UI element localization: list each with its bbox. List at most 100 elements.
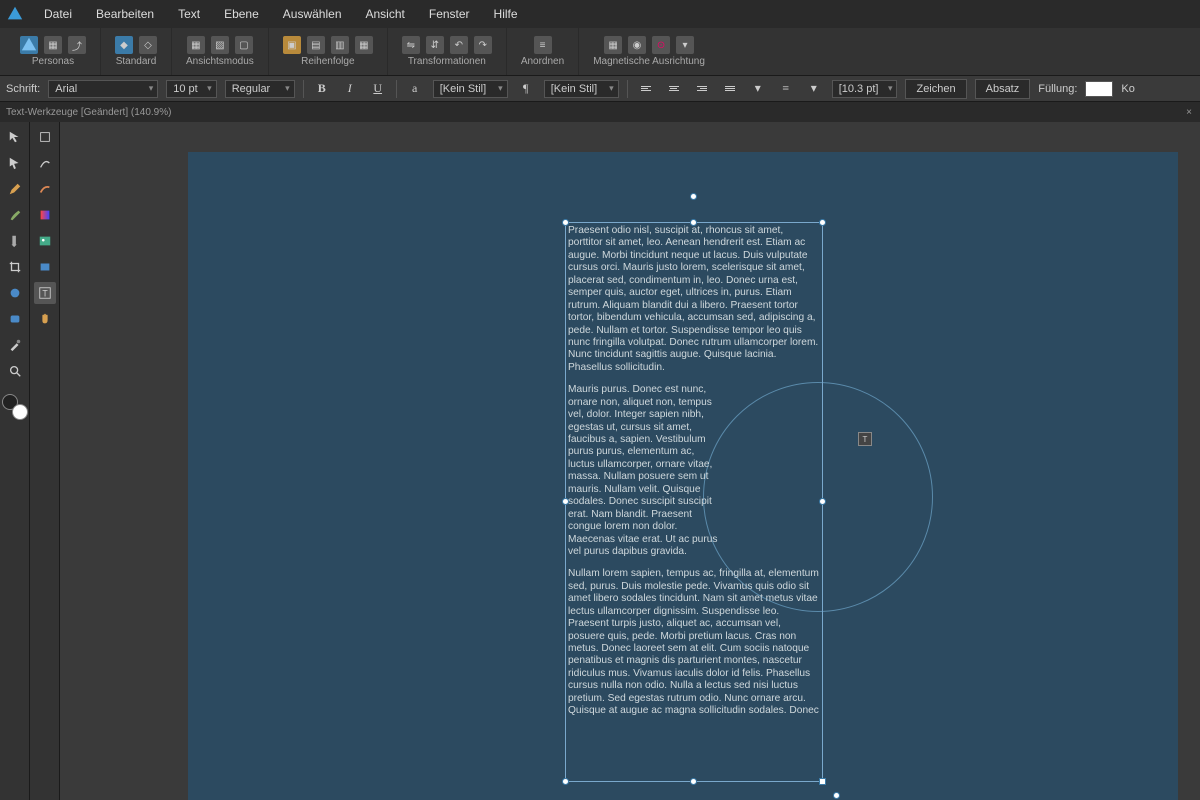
tab-close-icon[interactable]: × xyxy=(1186,107,1192,118)
ellipse-tool[interactable] xyxy=(4,282,26,304)
leading-more-button[interactable]: ▾ xyxy=(804,79,824,99)
order-forward-icon[interactable]: ▤ xyxy=(307,36,325,54)
ribbon-order: ▣ ▤ ▥ ▦ Reihenfolge xyxy=(269,28,388,75)
rotate-ccw-icon[interactable]: ↶ xyxy=(450,36,468,54)
color-picker-tool[interactable] xyxy=(4,334,26,356)
order-backward-icon[interactable]: ▥ xyxy=(331,36,349,54)
ribbon-standard: ◆ ◇ Standard xyxy=(101,28,172,75)
handle-br-overflow[interactable] xyxy=(819,778,826,785)
view-retina-icon[interactable]: ▨ xyxy=(211,36,229,54)
text-frame[interactable]: Praesent odio nisl, suscipit at, rhoncus… xyxy=(565,222,823,782)
align-justify-button[interactable] xyxy=(720,79,740,99)
workspace: T Praesent odio nisl, suscipit at, rhonc… xyxy=(0,122,1200,800)
menu-text[interactable]: Text xyxy=(166,1,212,27)
tools-left-col2: T xyxy=(30,122,60,800)
align-left-button[interactable] xyxy=(636,79,656,99)
char-style-select[interactable]: [Kein Stil] xyxy=(433,80,508,98)
italic-button[interactable]: I xyxy=(340,79,360,99)
font-size-select[interactable]: 10 pt xyxy=(166,80,216,98)
move-tool[interactable] xyxy=(4,126,26,148)
flip-v-icon[interactable]: ⇵ xyxy=(426,36,444,54)
character-panel-button[interactable]: Zeichen xyxy=(905,79,966,99)
snap-toggle-icon[interactable]: ◉ xyxy=(628,36,646,54)
snap-grid-icon[interactable]: ▦ xyxy=(604,36,622,54)
menu-auswaehlen[interactable]: Auswählen xyxy=(271,1,354,27)
page[interactable]: Praesent odio nisl, suscipit at, rhoncus… xyxy=(188,152,1178,800)
handle-bm[interactable] xyxy=(690,778,697,785)
align-more-button[interactable]: ▾ xyxy=(748,79,768,99)
align-icon[interactable]: ≡ xyxy=(534,36,552,54)
rotate-cw-icon[interactable]: ↷ xyxy=(474,36,492,54)
rounded-rect-tool[interactable] xyxy=(4,308,26,330)
rectangle-tool[interactable] xyxy=(34,256,56,278)
flip-h-icon[interactable]: ⇋ xyxy=(402,36,420,54)
handle-tr[interactable] xyxy=(819,219,826,226)
pencil-tool[interactable] xyxy=(4,178,26,200)
brush-tool[interactable] xyxy=(4,204,26,226)
font-family-select[interactable]: Arial xyxy=(48,80,158,98)
persona-designer-icon[interactable] xyxy=(20,36,38,54)
text-content[interactable]: Praesent odio nisl, suscipit at, rhoncus… xyxy=(566,223,822,730)
gradient-tool[interactable] xyxy=(34,204,56,226)
document-tab[interactable]: Text-Werkzeuge [Geändert] (140.9%) xyxy=(6,107,171,118)
menu-ansicht[interactable]: Ansicht xyxy=(354,1,417,27)
fill-tool[interactable] xyxy=(4,230,26,252)
menu-ebene[interactable]: Ebene xyxy=(212,1,271,27)
frame-text-tool[interactable]: T xyxy=(34,282,56,304)
fill-swatch[interactable] xyxy=(1085,81,1113,97)
divider xyxy=(396,80,397,98)
parastyle-icon: ¶ xyxy=(516,79,536,99)
para-style-select[interactable]: [Kein Stil] xyxy=(544,80,619,98)
pan-tool[interactable] xyxy=(34,308,56,330)
order-front-icon[interactable]: ▣ xyxy=(283,36,301,54)
menu-bearbeiten[interactable]: Bearbeiten xyxy=(84,1,166,27)
align-center-button[interactable] xyxy=(664,79,684,99)
paragraph-panel-button[interactable]: Absatz xyxy=(975,79,1031,99)
pen-tool[interactable] xyxy=(34,152,56,174)
handle-ml[interactable] xyxy=(562,498,569,505)
defaults-sync-icon[interactable]: ◆ xyxy=(115,36,133,54)
ribbon-label-personas: Personas xyxy=(32,56,74,67)
view-pixel-icon[interactable]: ▦ xyxy=(187,36,205,54)
menu-fenster[interactable]: Fenster xyxy=(417,1,482,27)
font-weight-select[interactable]: Regular xyxy=(225,80,295,98)
defaults-revert-icon[interactable]: ◇ xyxy=(139,36,157,54)
stroke-label: Ko xyxy=(1121,83,1134,95)
ribbon-label-snapping: Magnetische Ausrichtung xyxy=(593,56,705,67)
align-right-button[interactable] xyxy=(692,79,712,99)
ribbon-label-standard: Standard xyxy=(116,56,157,67)
handle-tm[interactable] xyxy=(690,219,697,226)
handle-tl[interactable] xyxy=(562,219,569,226)
handle-rotate[interactable] xyxy=(690,193,697,200)
paragraph-3: Nullam lorem sapien, tempus ac, fringill… xyxy=(568,568,820,717)
fill-color-well[interactable] xyxy=(12,404,28,420)
paragraph-2: Mauris purus. Donec est nunc, ornare non… xyxy=(568,384,718,558)
color-wells[interactable] xyxy=(2,394,28,420)
vector-brush-tool[interactable] xyxy=(34,178,56,200)
handle-flow-out[interactable] xyxy=(833,792,840,799)
ribbon-viewmode: ▦ ▨ ▢ Ansichtsmodus xyxy=(172,28,269,75)
tools-left-col1 xyxy=(0,122,30,800)
snap-dropdown-icon[interactable]: ▾ xyxy=(676,36,694,54)
place-image-tool[interactable] xyxy=(34,230,56,252)
artboard-tool[interactable] xyxy=(34,126,56,148)
node-tool[interactable] xyxy=(4,152,26,174)
ribbon-arrange: ≡ Anordnen xyxy=(507,28,579,75)
persona-export-icon[interactable]: ⤴ xyxy=(68,36,86,54)
leading-icon: ≡ xyxy=(776,79,796,99)
order-back-icon[interactable]: ▦ xyxy=(355,36,373,54)
menu-hilfe[interactable]: Hilfe xyxy=(482,1,530,27)
crop-tool[interactable] xyxy=(4,256,26,278)
persona-pixel-icon[interactable]: ▦ xyxy=(44,36,62,54)
context-toolbar: Schrift: Arial 10 pt Regular B I U a [Ke… xyxy=(0,76,1200,102)
leading-select[interactable]: [10.3 pt] xyxy=(832,80,898,98)
bold-button[interactable]: B xyxy=(312,79,332,99)
handle-mr[interactable] xyxy=(819,498,826,505)
view-outline-icon[interactable]: ▢ xyxy=(235,36,253,54)
underline-button[interactable]: U xyxy=(368,79,388,99)
snap-magnet-icon[interactable]: ⊙ xyxy=(652,36,670,54)
menu-datei[interactable]: Datei xyxy=(32,1,84,27)
handle-bl[interactable] xyxy=(562,778,569,785)
canvas[interactable]: Praesent odio nisl, suscipit at, rhoncus… xyxy=(60,122,1200,800)
zoom-tool[interactable] xyxy=(4,360,26,382)
